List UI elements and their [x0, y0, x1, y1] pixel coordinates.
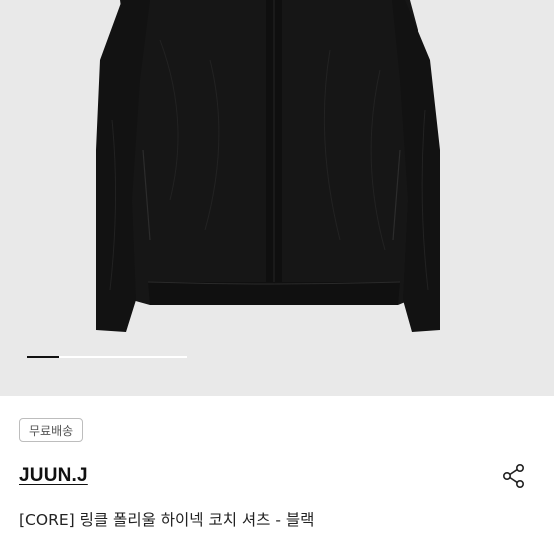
product-gallery[interactable]	[0, 0, 554, 396]
share-button[interactable]	[501, 463, 527, 489]
product-info: 무료배송 JUUN.J [CORE] 링클 폴리울 하이넥 코치 셔츠 - 블랙	[0, 396, 554, 554]
slide-indicator-track	[27, 356, 187, 358]
free-shipping-badge: 무료배송	[19, 418, 84, 442]
product-image	[96, 0, 440, 332]
share-icon	[502, 463, 525, 488]
slide-indicator-active	[27, 356, 59, 358]
brand-link[interactable]: JUUN.J	[19, 465, 88, 487]
product-title: [CORE] 링클 폴리울 하이넥 코치 셔츠 - 블랙	[19, 511, 315, 529]
